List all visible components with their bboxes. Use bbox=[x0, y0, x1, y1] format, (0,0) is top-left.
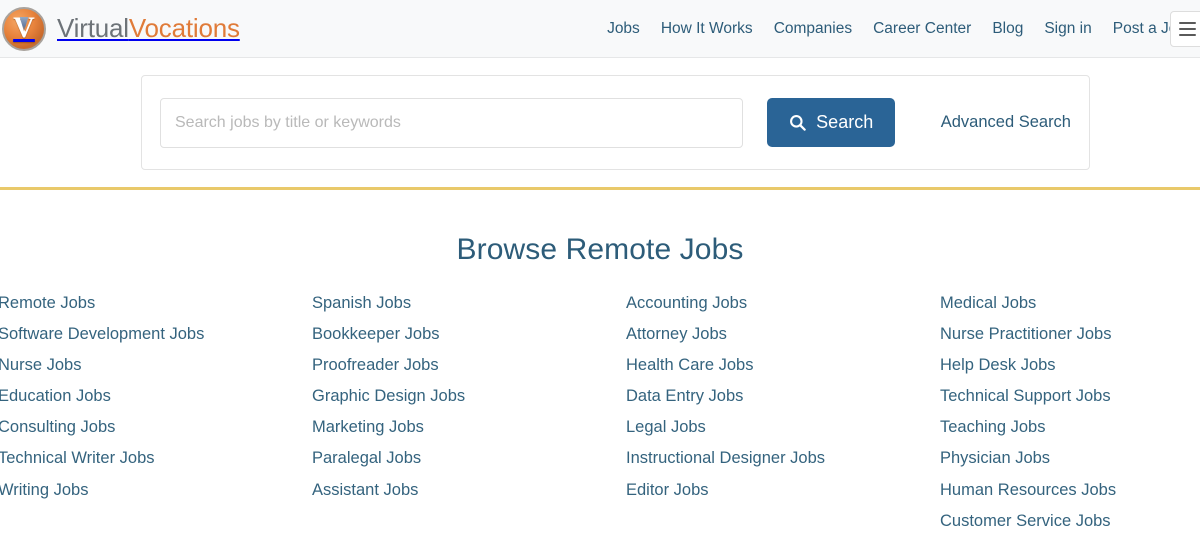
job-link[interactable]: Attorney Jobs bbox=[626, 326, 926, 343]
virtual-vocations-v-badge-icon: V bbox=[2, 6, 46, 51]
job-link[interactable]: Paralegal Jobs bbox=[312, 450, 612, 467]
search-button[interactable]: Search bbox=[766, 98, 895, 147]
job-category-column-1: Remote Jobs Software Development Jobs Nu… bbox=[0, 295, 298, 513]
brand-logo-link[interactable]: V VirtualVocations bbox=[2, 6, 240, 51]
job-link[interactable]: Spanish Jobs bbox=[312, 295, 612, 312]
job-link[interactable]: Graphic Design Jobs bbox=[312, 388, 612, 405]
job-category-column-4: Medical Jobs Nurse Practitioner Jobs Hel… bbox=[940, 295, 1198, 543]
search-input[interactable] bbox=[160, 97, 743, 148]
search-icon bbox=[790, 115, 806, 131]
job-link[interactable]: Nurse Jobs bbox=[0, 357, 298, 374]
job-link[interactable]: Physician Jobs bbox=[940, 450, 1198, 467]
job-category-columns: Remote Jobs Software Development Jobs Nu… bbox=[0, 295, 1200, 543]
job-link[interactable]: Writing Jobs bbox=[0, 482, 298, 499]
site-header: V VirtualVocations Jobs How It Works Com… bbox=[0, 0, 1200, 58]
job-link[interactable]: Human Resources Jobs bbox=[940, 482, 1198, 499]
job-link[interactable]: Technical Writer Jobs bbox=[0, 450, 298, 467]
brand-wordmark: VirtualVocations bbox=[57, 13, 240, 44]
nav-item-companies[interactable]: Companies bbox=[774, 21, 852, 37]
job-link[interactable]: Accounting Jobs bbox=[626, 295, 926, 312]
page-title: Browse Remote Jobs bbox=[456, 233, 744, 266]
job-link[interactable]: Software Development Jobs bbox=[0, 326, 298, 343]
search-button-label: Search bbox=[816, 112, 874, 132]
job-category-column-3: Accounting Jobs Attorney Jobs Health Car… bbox=[626, 295, 926, 513]
nav-item-sign-in[interactable]: Sign in bbox=[1044, 21, 1091, 37]
job-link[interactable]: Education Jobs bbox=[0, 388, 298, 405]
search-panel: Search Advanced Search bbox=[141, 75, 1090, 170]
job-link[interactable]: Help Desk Jobs bbox=[940, 357, 1198, 374]
search-section: Search Advanced Search bbox=[0, 58, 1200, 190]
brand-name-secondary: Vocations bbox=[128, 13, 240, 43]
job-link[interactable]: Legal Jobs bbox=[626, 419, 926, 436]
job-link[interactable]: Editor Jobs bbox=[626, 482, 926, 499]
brand-name-primary: Virtual bbox=[57, 13, 129, 43]
nav-item-how-it-works[interactable]: How It Works bbox=[661, 21, 753, 37]
advanced-search-link[interactable]: Advanced Search bbox=[941, 113, 1071, 132]
job-link[interactable]: Medical Jobs bbox=[940, 295, 1198, 312]
job-link[interactable]: Nurse Practitioner Jobs bbox=[940, 326, 1198, 343]
job-link[interactable]: Instructional Designer Jobs bbox=[626, 450, 926, 467]
nav-item-career-center[interactable]: Career Center bbox=[873, 21, 971, 37]
job-link[interactable]: Remote Jobs bbox=[0, 295, 298, 312]
job-link[interactable]: Marketing Jobs bbox=[312, 419, 612, 436]
gold-divider bbox=[0, 187, 1200, 190]
job-link[interactable]: Teaching Jobs bbox=[940, 419, 1198, 436]
job-category-column-2: Spanish Jobs Bookkeeper Jobs Proofreader… bbox=[312, 295, 612, 513]
nav-item-jobs[interactable]: Jobs bbox=[607, 21, 640, 37]
job-link[interactable]: Technical Support Jobs bbox=[940, 388, 1198, 405]
job-link[interactable]: Proofreader Jobs bbox=[312, 357, 612, 374]
nav-item-blog[interactable]: Blog bbox=[992, 21, 1023, 37]
job-link[interactable]: Assistant Jobs bbox=[312, 482, 612, 499]
job-link[interactable]: Consulting Jobs bbox=[0, 419, 298, 436]
job-link[interactable]: Customer Service Jobs bbox=[940, 513, 1198, 530]
hamburger-menu-icon[interactable] bbox=[1170, 11, 1200, 47]
job-link[interactable]: Health Care Jobs bbox=[626, 357, 926, 374]
primary-navigation: Jobs How It Works Companies Career Cente… bbox=[607, 21, 1186, 37]
job-link[interactable]: Data Entry Jobs bbox=[626, 388, 926, 405]
job-link[interactable]: Bookkeeper Jobs bbox=[312, 326, 612, 343]
